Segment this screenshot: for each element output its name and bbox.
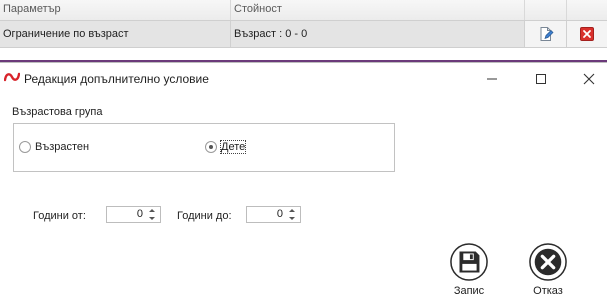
years-from-label: Години от:	[33, 210, 86, 222]
cancel-button[interactable]: Отказ	[523, 243, 573, 297]
save-label[interactable]: Запис	[454, 285, 484, 297]
table-row[interactable]: Ограничение по възраст Възраст : 0 - 0	[0, 21, 607, 48]
radio-adult-circle[interactable]	[19, 141, 31, 153]
close-button[interactable]	[575, 67, 603, 91]
radio-adult-label[interactable]: Възрастен	[35, 141, 89, 153]
cell-value[interactable]: Възраст : 0 - 0	[231, 21, 525, 47]
cancel-icon	[529, 243, 567, 281]
edit-condition-dialog: Редакция допълнително условие Възрастова…	[0, 62, 607, 297]
column-header-value[interactable]: Стойност	[231, 0, 525, 20]
age-group-label: Възрастова група	[12, 106, 103, 118]
years-from-stepper[interactable]: 0	[106, 206, 161, 223]
app-logo-icon	[4, 72, 20, 82]
edit-row-button[interactable]	[525, 21, 567, 47]
maximize-button[interactable]	[527, 67, 555, 91]
save-icon	[450, 243, 488, 281]
chevron-up-icon[interactable]	[289, 209, 295, 212]
years-to-label: Години до:	[177, 210, 232, 222]
edit-icon	[540, 27, 553, 41]
minimize-icon	[487, 78, 497, 80]
parameters-grid: Параметър Стойност Ограничение по възрас…	[0, 0, 607, 62]
save-button[interactable]: Запис	[444, 243, 494, 297]
column-header-delete	[567, 0, 607, 20]
close-icon	[583, 73, 595, 85]
dialog-titlebar[interactable]: Редакция допълнително условие	[0, 63, 607, 95]
years-from-spin-buttons[interactable]	[147, 207, 159, 222]
radio-child[interactable]: Дете	[205, 140, 247, 154]
chevron-up-icon[interactable]	[149, 209, 155, 212]
radio-adult[interactable]: Възрастен	[19, 141, 89, 153]
column-header-parameter[interactable]: Параметър	[0, 0, 231, 20]
years-to-value[interactable]: 0	[277, 208, 283, 220]
cell-parameter[interactable]: Ограничение по възраст	[0, 21, 231, 47]
chevron-down-icon[interactable]	[289, 217, 295, 220]
years-to-spin-buttons[interactable]	[287, 207, 299, 222]
delete-icon	[580, 27, 594, 41]
chevron-down-icon[interactable]	[149, 217, 155, 220]
cancel-label[interactable]: Отказ	[533, 285, 563, 297]
delete-row-button[interactable]	[567, 21, 607, 47]
radio-child-label[interactable]: Дете	[219, 140, 247, 154]
years-to-stepper[interactable]: 0	[246, 206, 301, 223]
years-from-value[interactable]: 0	[137, 208, 143, 220]
maximize-icon	[536, 74, 546, 84]
minimize-button[interactable]	[478, 67, 506, 91]
dialog-title: Редакция допълнително условие	[24, 72, 209, 86]
grid-header: Параметър Стойност	[0, 0, 607, 21]
column-header-edit	[525, 0, 567, 20]
radio-child-circle[interactable]	[205, 141, 217, 153]
